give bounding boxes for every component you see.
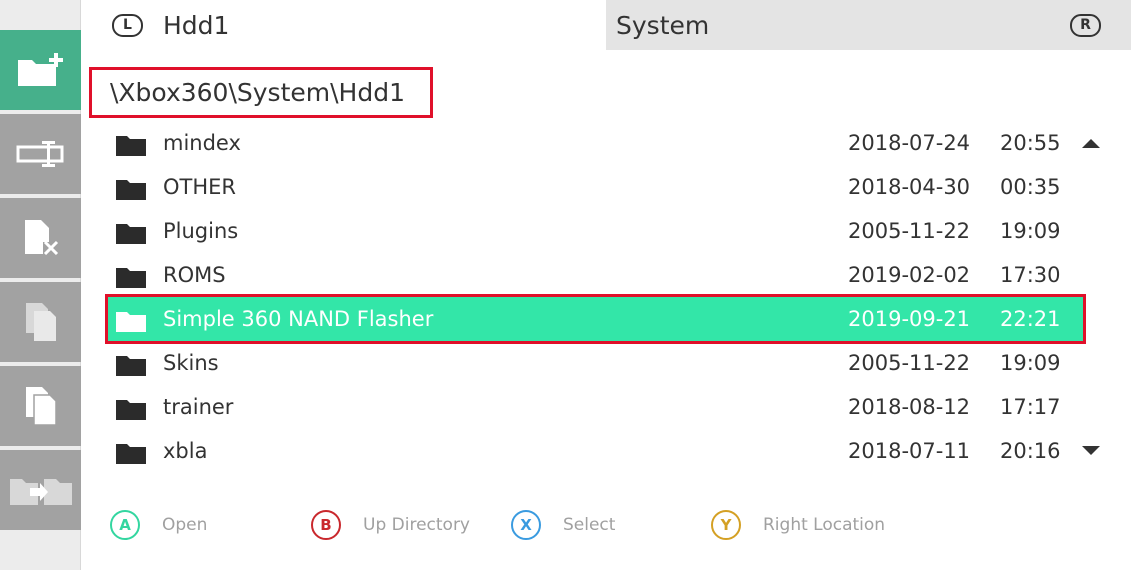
legend-label: Right Location [763, 515, 886, 535]
folder-icon [116, 136, 146, 156]
file-name: trainer [163, 395, 234, 419]
legend-open: A Open [110, 509, 207, 541]
file-name: OTHER [163, 175, 237, 199]
left-pane-title: Hdd1 [163, 10, 230, 40]
file-row-selected[interactable]: Simple 360 NAND Flasher 2019-09-21 22:21 [105, 294, 1086, 344]
file-row[interactable]: xbla 2018-07-11 20:16 [108, 429, 1083, 473]
file-row[interactable]: ROMS 2019-02-02 17:30 [108, 253, 1083, 297]
legend-select: X Select [511, 509, 615, 541]
y-button-icon: Y [711, 510, 741, 540]
legend-label: Up Directory [363, 515, 470, 535]
file-row[interactable]: Plugins 2005-11-22 19:09 [108, 209, 1083, 253]
current-path: \Xbox360\System\Hdd1 [89, 67, 433, 118]
file-name: ROMS [163, 263, 226, 287]
file-time: 20:55 [1000, 131, 1061, 155]
file-time: 19:09 [1000, 351, 1061, 375]
rename-icon [16, 141, 63, 167]
file-name: Skins [163, 351, 219, 375]
r-shoulder-icon[interactable]: R [1070, 13, 1101, 37]
file-date: 2018-07-24 [848, 131, 971, 155]
file-name: xbla [163, 439, 208, 463]
legend-up-directory: B Up Directory [311, 509, 470, 541]
file-name: Plugins [163, 219, 239, 243]
move-button[interactable] [0, 450, 81, 530]
move-icon [9, 479, 72, 505]
delete-button[interactable] [0, 198, 81, 278]
file-row[interactable]: OTHER 2018-04-30 00:35 [108, 165, 1083, 209]
b-button-icon: B [311, 510, 341, 540]
rename-button[interactable] [0, 114, 81, 194]
file-date: 2005-11-22 [848, 219, 971, 243]
file-time: 00:35 [1000, 175, 1061, 199]
file-date: 2019-09-21 [848, 307, 971, 331]
copy-button[interactable] [0, 282, 81, 362]
a-button-icon: A [110, 510, 140, 540]
file-date: 2019-02-02 [848, 263, 971, 287]
file-row[interactable]: Skins 2005-11-22 19:09 [108, 341, 1083, 385]
folder-icon [116, 400, 146, 420]
legend-label: Open [162, 515, 208, 535]
file-list[interactable]: mindex 2018-07-24 20:55 OTHER 2018-04-30… [105, 121, 1086, 473]
file-row[interactable]: trainer 2018-08-12 17:17 [108, 385, 1083, 429]
file-date: 2018-04-30 [848, 175, 971, 199]
l-shoulder-icon[interactable]: L [112, 13, 143, 37]
folder-icon [116, 268, 146, 288]
file-date: 2005-11-22 [848, 351, 971, 375]
file-time: 20:16 [1000, 439, 1061, 463]
folder-icon [116, 180, 146, 200]
folder-icon [116, 224, 146, 244]
copy-icon [25, 303, 56, 341]
file-date: 2018-08-12 [848, 395, 971, 419]
file-row[interactable]: mindex 2018-07-24 20:55 [108, 121, 1083, 165]
delete-file-icon [24, 220, 58, 256]
new-folder-icon [17, 53, 63, 86]
left-pane-header: L Hdd1 [112, 0, 229, 50]
right-pane-title: System [616, 10, 710, 40]
new-folder-button[interactable] [0, 30, 81, 110]
file-time: 17:30 [1000, 263, 1061, 287]
file-time: 17:17 [1000, 395, 1061, 419]
legend-right-location: Y Right Location [711, 509, 885, 541]
folder-icon [116, 444, 146, 464]
file-name: Simple 360 NAND Flasher [163, 307, 434, 331]
folder-icon [116, 312, 146, 332]
folder-icon [116, 356, 146, 376]
right-pane-header[interactable]: System R [606, 0, 1131, 50]
scroll-up-icon[interactable] [1081, 137, 1101, 149]
legend-label: Select [563, 515, 616, 535]
paste-icon [25, 387, 57, 426]
paste-button[interactable] [0, 366, 81, 446]
file-name: mindex [163, 131, 241, 155]
scroll-down-icon[interactable] [1081, 445, 1101, 457]
x-button-icon: X [511, 510, 541, 540]
file-time: 22:21 [1000, 307, 1061, 331]
file-time: 19:09 [1000, 219, 1061, 243]
sidebar [0, 0, 81, 570]
file-date: 2018-07-11 [848, 439, 971, 463]
